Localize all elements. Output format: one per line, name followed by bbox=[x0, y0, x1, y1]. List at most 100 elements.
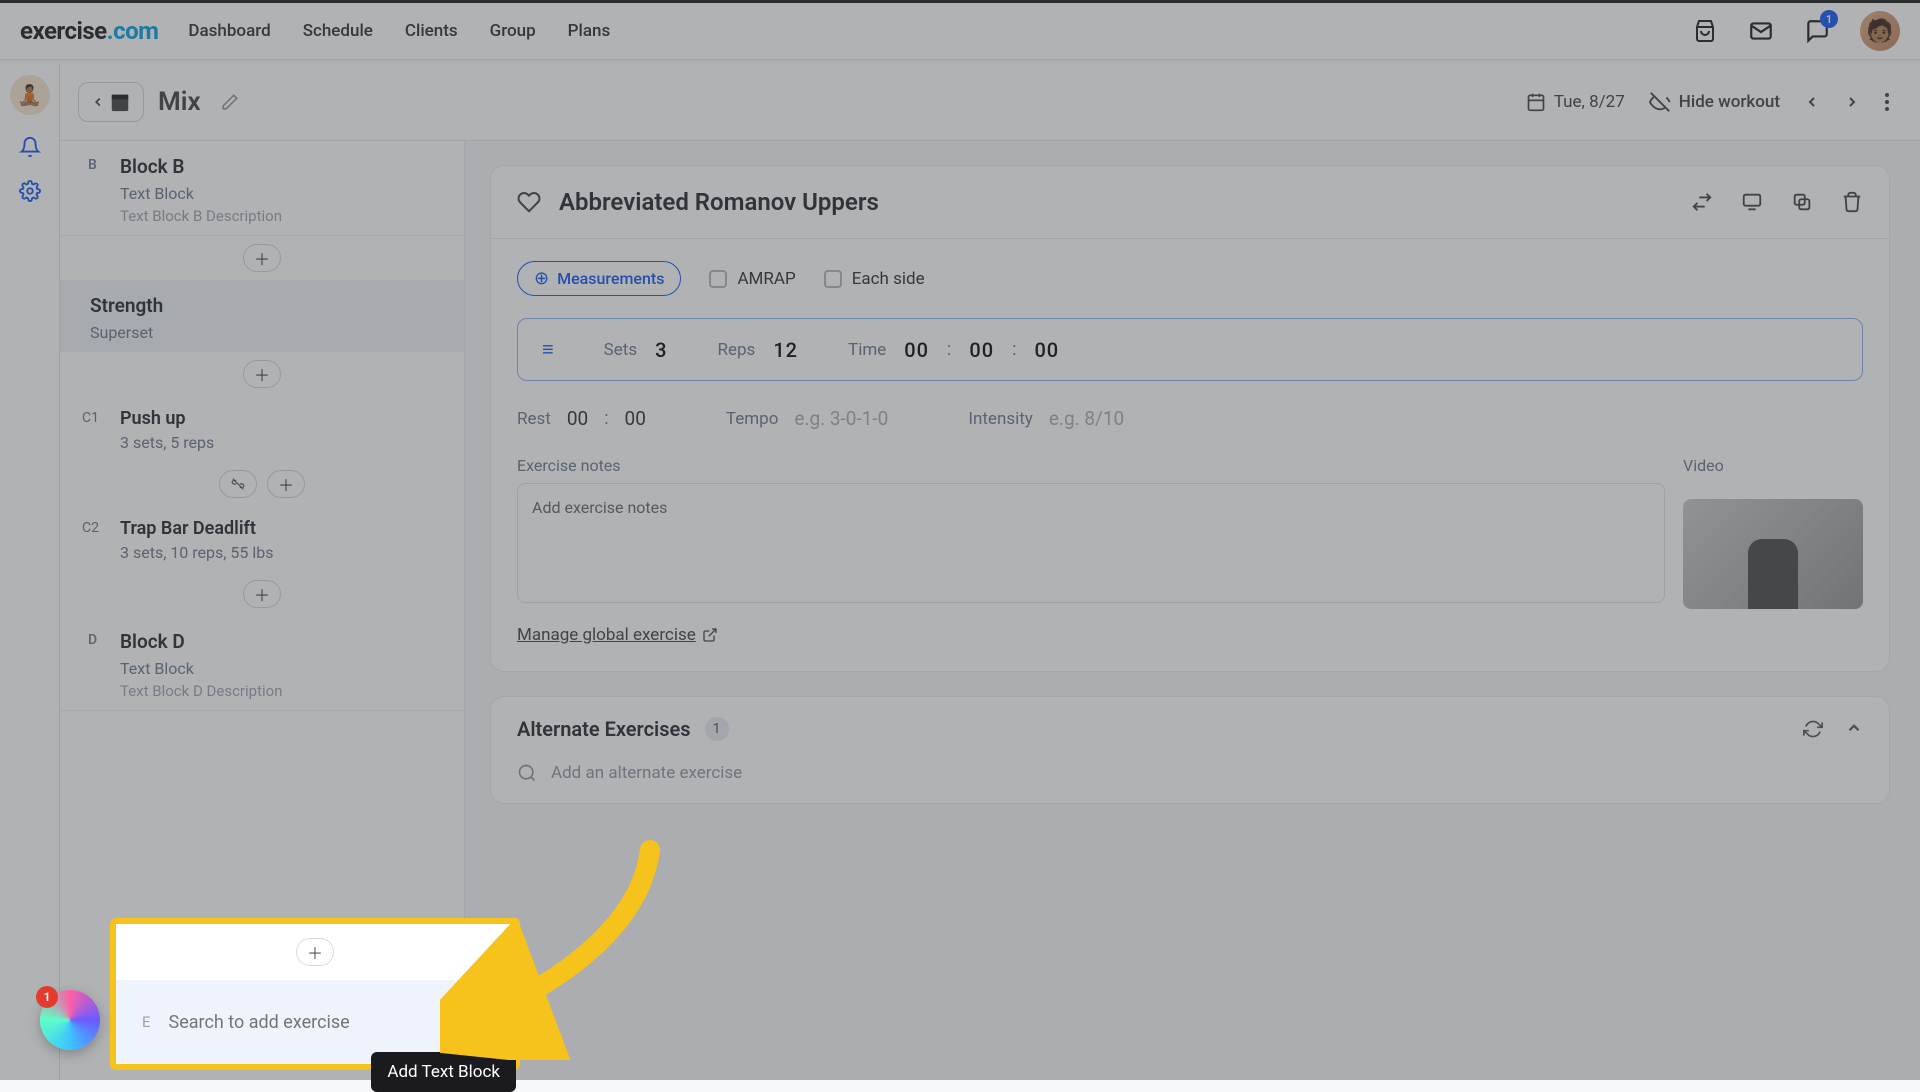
alt-title: Alternate Exercises bbox=[517, 717, 691, 741]
hide-workout-button[interactable]: Hide workout bbox=[1649, 91, 1780, 113]
mail-icon[interactable] bbox=[1748, 18, 1774, 44]
time-h[interactable]: 00 bbox=[904, 338, 929, 362]
add-before-search[interactable]: ＋ bbox=[296, 938, 334, 966]
c2-meta: 3 sets, 10 reps, 55 lbs bbox=[120, 543, 442, 562]
notes-textarea[interactable] bbox=[517, 483, 1665, 603]
manage-global-link[interactable]: Manage global exercise bbox=[517, 625, 718, 645]
intensity-value[interactable]: e.g. 8/10 bbox=[1049, 407, 1124, 430]
logo[interactable]: exercise.com bbox=[20, 17, 158, 45]
block-d-title: Block D bbox=[120, 630, 442, 653]
hide-label: Hide workout bbox=[1679, 92, 1780, 112]
logo-p2: .com bbox=[107, 17, 159, 45]
add-after-strength[interactable]: ＋ bbox=[243, 360, 281, 388]
copy-icon[interactable] bbox=[1791, 191, 1813, 213]
alt-count-badge: 1 bbox=[705, 717, 729, 741]
page-header-right: Tue, 8/27 Hide workout bbox=[1526, 91, 1890, 113]
chevron-left-icon[interactable] bbox=[1804, 94, 1820, 110]
reps-label: Reps bbox=[718, 340, 756, 360]
user-avatar[interactable]: 🧑🏽 bbox=[1860, 11, 1900, 51]
nav-schedule[interactable]: Schedule bbox=[303, 21, 373, 41]
nav-dashboard[interactable]: Dashboard bbox=[188, 21, 270, 41]
intensity-label: Intensity bbox=[968, 409, 1033, 429]
block-b[interactable]: B Block B Text Block Text Block B Descri… bbox=[60, 141, 464, 236]
c1-meta: 3 sets, 5 reps bbox=[120, 433, 442, 452]
drag-handle-icon[interactable]: ≡ bbox=[542, 337, 554, 362]
c2-name: Trap Bar Deadlift bbox=[120, 518, 442, 539]
alternate-exercises-card: Alternate Exercises 1 Add an alternate e… bbox=[490, 696, 1890, 804]
search-input[interactable] bbox=[169, 1012, 440, 1033]
search-row: E Add Text Block bbox=[116, 980, 514, 1064]
amrap-checkbox[interactable]: AMRAP bbox=[709, 269, 795, 289]
add-text-block-button[interactable] bbox=[452, 1000, 496, 1044]
measurements-button[interactable]: ⊕ Measurements bbox=[517, 261, 681, 296]
c2-letter: C2 bbox=[82, 520, 99, 536]
block-b-letter: B bbox=[88, 157, 97, 173]
checkbox-icon bbox=[709, 270, 727, 288]
add-after-c1[interactable]: ＋ bbox=[267, 470, 305, 498]
eachside-checkbox[interactable]: Each side bbox=[824, 269, 925, 289]
nav-plans[interactable]: Plans bbox=[568, 21, 611, 41]
reps-value[interactable]: 12 bbox=[773, 338, 798, 362]
block-b-desc: Text Block B Description bbox=[120, 207, 442, 225]
client-avatar[interactable]: 🧘🏽 bbox=[10, 75, 50, 115]
page-title: Mix bbox=[158, 87, 201, 117]
notes-label: Exercise notes bbox=[517, 456, 1665, 475]
set-row[interactable]: ≡ Sets 3 Reps 12 Time 00 : 00 : 00 bbox=[517, 318, 1863, 381]
card-body: ⊕ Measurements AMRAP Each side ≡ Sets 3 bbox=[491, 239, 1889, 671]
strength-sub: Superset bbox=[90, 323, 442, 342]
unlink-icon[interactable] bbox=[219, 470, 257, 498]
refresh-icon[interactable] bbox=[1803, 719, 1823, 739]
amrap-label: AMRAP bbox=[737, 269, 795, 289]
time-s[interactable]: 00 bbox=[1034, 338, 1059, 362]
help-launcher[interactable]: 1 bbox=[40, 990, 100, 1050]
section-strength[interactable]: Strength Superset bbox=[60, 280, 464, 352]
trash-icon[interactable] bbox=[1841, 191, 1863, 213]
video-label: Video bbox=[1683, 456, 1863, 475]
tempo-value[interactable]: e.g. 3-0-1-0 bbox=[794, 407, 888, 430]
sets-value[interactable]: 3 bbox=[655, 338, 667, 362]
page-header-left: Mix bbox=[78, 82, 239, 122]
page-header: Mix Tue, 8/27 Hide workout bbox=[60, 63, 1920, 141]
meta-row: Rest 00 : 00 Tempo e.g. 3-0-1-0 Intensit… bbox=[517, 407, 1863, 430]
pencil-icon[interactable] bbox=[221, 93, 239, 111]
rest-s[interactable]: 00 bbox=[625, 407, 646, 430]
gear-icon[interactable] bbox=[18, 179, 42, 203]
heart-icon[interactable] bbox=[517, 190, 541, 214]
c1-letter: C1 bbox=[82, 410, 99, 426]
nav-clients[interactable]: Clients bbox=[405, 21, 458, 41]
add-after-c2[interactable]: ＋ bbox=[243, 580, 281, 608]
topbar-right: 1 🧑🏽 bbox=[1692, 11, 1900, 51]
exercise-editor-card: Abbreviated Romanov Uppers ⊕ Measurement… bbox=[490, 165, 1890, 672]
eachside-label: Each side bbox=[852, 269, 925, 289]
time-m[interactable]: 00 bbox=[969, 338, 994, 362]
date-picker[interactable]: Tue, 8/27 bbox=[1526, 92, 1625, 112]
screen-icon[interactable] bbox=[1741, 191, 1763, 213]
manage-label: Manage global exercise bbox=[517, 625, 696, 645]
exercise-c1[interactable]: C1 Push up 3 sets, 5 reps bbox=[60, 396, 464, 462]
chat-icon[interactable]: 1 bbox=[1804, 18, 1830, 44]
block-d[interactable]: D Block D Text Block Text Block D Descri… bbox=[60, 616, 464, 711]
options-row: ⊕ Measurements AMRAP Each side bbox=[517, 261, 1863, 296]
topbar: exercise.com Dashboard Schedule Clients … bbox=[0, 0, 1920, 60]
swap-icon[interactable] bbox=[1691, 191, 1713, 213]
exercise-c2[interactable]: C2 Trap Bar Deadlift 3 sets, 10 reps, 55… bbox=[60, 506, 464, 572]
back-calendar-button[interactable] bbox=[78, 82, 144, 122]
measurements-label: Measurements bbox=[557, 269, 664, 288]
bell-icon[interactable] bbox=[18, 135, 42, 159]
block-b-sub: Text Block bbox=[120, 184, 442, 203]
time-label: Time bbox=[848, 340, 886, 360]
notes-row: Exercise notes Manage global exercise Vi… bbox=[517, 456, 1863, 645]
search-letter: E bbox=[142, 1013, 151, 1031]
shopping-bag-icon[interactable] bbox=[1692, 18, 1718, 44]
block-d-desc: Text Block D Description bbox=[120, 682, 442, 700]
chevron-up-icon[interactable] bbox=[1845, 719, 1863, 739]
add-after-b[interactable]: ＋ bbox=[243, 244, 281, 272]
alt-add-row[interactable]: Add an alternate exercise bbox=[517, 763, 1863, 783]
video-thumbnail[interactable] bbox=[1683, 499, 1863, 609]
more-icon[interactable] bbox=[1884, 92, 1890, 112]
chevron-right-icon[interactable] bbox=[1844, 94, 1860, 110]
rest-m[interactable]: 00 bbox=[567, 407, 588, 430]
nav-group[interactable]: Group bbox=[490, 21, 536, 41]
rest-label: Rest bbox=[517, 409, 551, 429]
checkbox-icon bbox=[824, 270, 842, 288]
